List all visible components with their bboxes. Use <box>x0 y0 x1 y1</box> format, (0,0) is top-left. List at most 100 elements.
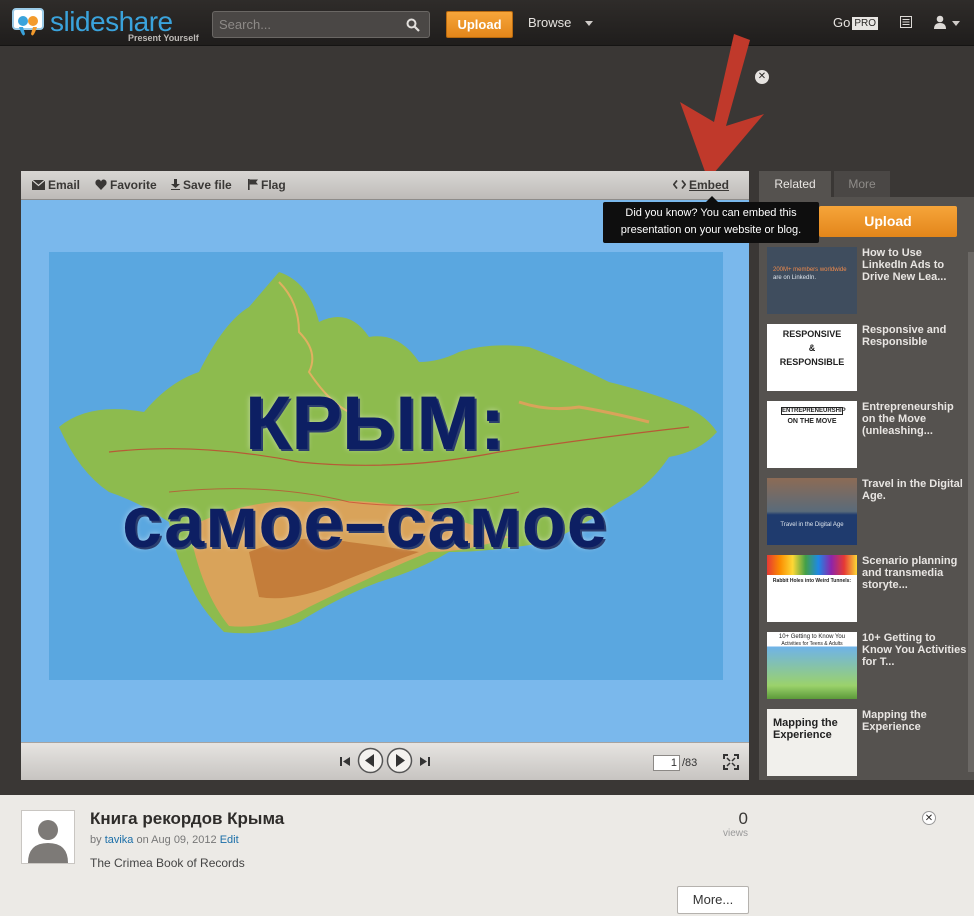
favorite-button[interactable]: Favorite <box>95 178 157 192</box>
related-sidebar: Upload 200M+ members worldwide are on Li… <box>759 197 974 780</box>
related-item[interactable]: Travel in the Digital Age Travel in the … <box>767 478 967 546</box>
player-toolbar: Email Favorite Save file Flag Embed <box>21 171 749 200</box>
presentation-title: Книга рекордов Крыма <box>90 809 285 828</box>
related-item[interactable]: RESPONSIVE & RESPONSIBLE Responsive and … <box>767 324 967 392</box>
red-arrow-annotation <box>680 34 764 180</box>
related-title[interactable]: Scenario planning and transmedia storyte… <box>862 555 967 591</box>
embed-icon <box>672 179 687 190</box>
user-icon[interactable] <box>933 15 947 29</box>
presentation-meta: by tavika on Aug 09, 2012 Edit <box>90 834 239 846</box>
edit-link[interactable]: Edit <box>220 834 239 846</box>
prev-icon[interactable] <box>357 747 384 774</box>
related-item[interactable]: ENTREPRENEURSHIP ON THE MOVE Entrepreneu… <box>767 401 967 469</box>
slide-canvas[interactable]: КРЫМ: самое–самое <box>21 200 749 742</box>
related-item[interactable]: 10+ Getting to Know You Activities for T… <box>767 632 967 700</box>
related-thumbnail[interactable]: 10+ Getting to Know You Activities for T… <box>767 632 857 699</box>
save-file-button[interactable]: Save file <box>171 178 232 192</box>
logo-mark-icon <box>12 8 44 36</box>
presentation-info: Книга рекордов Крыма by tavika on Aug 09… <box>0 795 974 916</box>
page-number-input[interactable]: 1 <box>653 755 680 771</box>
embed-label: Embed <box>689 178 730 192</box>
related-title[interactable]: How to Use LinkedIn Ads to Drive New Lea… <box>862 247 967 283</box>
related-title[interactable]: Responsive and Responsible <box>862 324 967 348</box>
thumb-text: & <box>808 343 816 353</box>
related-thumbnail[interactable]: Travel in the Digital Age <box>767 478 857 545</box>
thumb-text: Activities for Teens & Adults <box>781 641 843 647</box>
meta-date: on Aug 09, 2012 <box>136 834 217 846</box>
related-item[interactable]: 200M+ members worldwide are on LinkedIn.… <box>767 247 967 315</box>
last-page-icon[interactable] <box>419 756 431 767</box>
related-thumbnail[interactable]: Mapping the Experience <box>767 709 857 776</box>
related-item[interactable]: Rabbit Holes into Weird Tunnels: Scenari… <box>767 555 967 623</box>
page-total: /83 <box>682 757 698 769</box>
player-controls: 1 /83 <box>21 742 749 780</box>
sidebar-upload-button[interactable]: Upload <box>819 206 957 237</box>
fullscreen-icon[interactable] <box>723 754 739 770</box>
sidebar-tabs: Related More <box>759 171 974 197</box>
related-thumbnail[interactable]: ENTREPRENEURSHIP ON THE MOVE <box>767 401 857 468</box>
next-icon[interactable] <box>386 747 413 774</box>
logo-tagline: Present Yourself <box>128 33 199 43</box>
embed-tooltip: Did you know? You can embed this present… <box>603 202 819 243</box>
more-button[interactable]: More... <box>677 886 749 914</box>
go-pro-link[interactable]: Go PRO <box>833 15 879 30</box>
author-link[interactable]: tavika <box>105 834 134 846</box>
embed-button[interactable]: Embed <box>672 178 730 192</box>
sidebar-scrollbar[interactable] <box>968 252 974 772</box>
flag-icon <box>248 179 258 190</box>
thumb-text: Rabbit Holes into Weird Tunnels: <box>772 578 852 584</box>
thumb-text: Experience <box>773 729 832 741</box>
thumb-text: Mapping the <box>773 717 838 729</box>
related-thumbnail[interactable]: 200M+ members worldwide are on LinkedIn. <box>767 247 857 314</box>
related-title[interactable]: Travel in the Digital Age. <box>862 478 967 502</box>
rainbow-strip <box>767 555 857 575</box>
email-button[interactable]: Email <box>31 178 81 192</box>
tab-related[interactable]: Related <box>759 171 831 197</box>
email-label: Email <box>48 178 81 192</box>
go-pro-label: Go <box>833 15 851 30</box>
related-title[interactable]: Entrepreneurship on the Move (unleashing… <box>862 401 967 437</box>
upload-button[interactable]: Upload <box>446 11 513 38</box>
close-icon[interactable]: ✕ <box>922 811 936 825</box>
flag-button[interactable]: Flag <box>248 178 286 192</box>
thumb-text: ENTREPRENEURSHIP <box>781 407 846 415</box>
first-page-icon[interactable] <box>339 756 351 767</box>
email-icon <box>31 179 46 190</box>
tab-more[interactable]: More <box>834 171 890 197</box>
slide-player: Email Favorite Save file Flag Embed КРЫМ… <box>21 171 749 780</box>
related-title[interactable]: Mapping the Experience <box>862 709 967 733</box>
chevron-down-icon[interactable] <box>952 21 960 26</box>
thumb-text: RESPONSIVE <box>782 329 842 339</box>
thumb-text: 10+ Getting to Know You <box>778 634 846 640</box>
search-icon[interactable] <box>406 18 420 32</box>
avatar[interactable] <box>21 810 75 864</box>
related-thumbnail[interactable]: RESPONSIVE & RESPONSIBLE <box>767 324 857 391</box>
thumb-text: RESPONSIBLE <box>779 357 845 367</box>
favorite-label: Favorite <box>110 178 157 192</box>
browse-menu[interactable]: Browse <box>528 15 571 30</box>
chevron-down-icon[interactable] <box>585 21 593 26</box>
meta-by: by <box>90 834 102 846</box>
list-icon[interactable] <box>900 16 912 28</box>
flag-label: Flag <box>261 178 286 192</box>
search-input[interactable] <box>219 15 399 34</box>
views-label: views <box>722 828 748 839</box>
save-file-label: Save file <box>183 178 232 192</box>
thumb-text: Travel in the Digital Age <box>780 522 844 528</box>
thumb-text: are on LinkedIn. <box>773 275 817 281</box>
search-box[interactable] <box>212 11 430 38</box>
related-title[interactable]: 10+ Getting to Know You Activities for T… <box>862 632 967 668</box>
related-thumbnail[interactable]: Rabbit Holes into Weird Tunnels: <box>767 555 857 622</box>
top-nav-bar: slideshare Present Yourself Upload Brows… <box>0 0 974 46</box>
download-icon <box>171 179 180 190</box>
views-count: 0 <box>738 809 748 828</box>
presentation-description: The Crimea Book of Records <box>90 856 245 870</box>
slide-title-line2: самое–самое <box>122 483 608 563</box>
slideshare-logo[interactable]: slideshare Present Yourself <box>10 6 200 43</box>
user-silhouette-icon <box>22 811 74 863</box>
heart-icon <box>95 179 107 190</box>
related-item[interactable]: Mapping the Experience Mapping the Exper… <box>767 709 967 777</box>
pro-badge: PRO <box>852 17 879 30</box>
thumb-text: 200M+ members worldwide <box>773 267 847 273</box>
thumb-text: ON THE MOVE <box>787 418 837 425</box>
